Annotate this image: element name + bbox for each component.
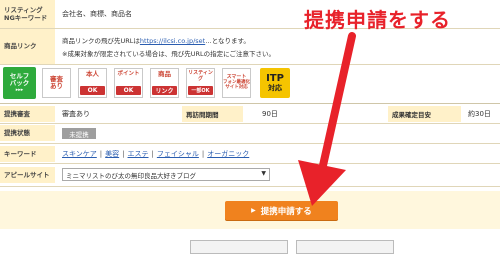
keyword-link[interactable]: スキンケア (62, 149, 97, 159)
status-label: 提携状態 (0, 125, 55, 141)
keyword-link[interactable]: エステ (128, 149, 149, 159)
badge-point-value: OK (116, 86, 141, 95)
badge-smartphone: スマート フォン最適化サイト対応 (222, 68, 251, 98)
badge-self-purchase-label: 本人 (86, 70, 99, 78)
badge-product-link-label: 商品 (158, 70, 171, 78)
selfback-arrows: ▸▸▸ (15, 86, 24, 93)
keyword-label: キーワード (0, 146, 55, 162)
product-link-note: ※成果対象が限定されている場合は、飛び先URLの指定にご注意下さい。 (62, 50, 276, 58)
badge-product-link-value: リンク (152, 86, 177, 95)
keyword-link[interactable]: フェイシャル (157, 149, 199, 159)
itp-line2: 対応 (268, 83, 282, 92)
revisit-value: 90日 (262, 110, 278, 118)
status-badge: 未提携 (62, 128, 96, 139)
keyword-link[interactable]: 美容 (105, 149, 119, 159)
itp-line1: ITP (266, 73, 284, 85)
badge-listing-value: 一部OK (188, 86, 213, 95)
badge-review: 審査 あり (42, 68, 71, 98)
badge-point-label: ポイント (117, 71, 140, 77)
site-select[interactable]: ミニマリストのび太の無印良品大好きブログ ▼ (62, 168, 270, 181)
revisit-label: 再訪問期間 (182, 106, 243, 122)
confirm-value: 約30日 (468, 110, 491, 118)
bottom-button-right[interactable] (296, 240, 394, 254)
listing-label-line1: リスティング (4, 5, 43, 14)
site-label: アピールサイト (0, 167, 55, 183)
badge-point: ポイント OK (114, 68, 143, 98)
badge-review-line2: あり (50, 82, 63, 90)
badge-self-purchase: 本人 OK (78, 68, 107, 98)
review-label: 提携審査 (0, 106, 55, 122)
site-select-value: ミニマリストのび太の無印良品大好きブログ (66, 171, 196, 180)
confirm-label: 成果確定目安 (388, 106, 461, 122)
badge-product-link: 商品 リンク (150, 68, 179, 98)
selfback-badge: セルフ バック ▸▸▸ (3, 67, 36, 99)
play-icon: ▶ (251, 207, 256, 214)
apply-button[interactable]: ▶ 提携申請する (225, 201, 338, 220)
badge-self-purchase-value: OK (80, 86, 105, 95)
badge-smartphone-line2: フォン最適化サイト対応 (223, 79, 250, 90)
listing-value: 会社名、商標、商品名 (62, 10, 132, 18)
chevron-down-icon: ▼ (261, 170, 266, 177)
product-link-value: 商品リンクの飛び先URLはhttps://ilcsi.co.jp/set…となり… (62, 30, 275, 63)
badge-listing-label: リスティング (188, 70, 213, 82)
annotation-text: 提携申請をする (304, 8, 451, 32)
listing-label-line2: NGキーワード (4, 14, 48, 22)
product-link-prefix: 商品リンクの飛び先URLは (62, 37, 140, 45)
review-value: 審査あり (62, 110, 90, 118)
listing-label: リスティング NGキーワード (0, 0, 55, 28)
itp-badge: ITP 対応 (260, 68, 290, 98)
keyword-link[interactable]: オーガニック (207, 149, 249, 159)
product-link-url[interactable]: https://ilcsi.co.jp/set (140, 37, 205, 45)
keyword-list: スキンケア | 美容 | エステ | フェイシャル | オーガニック (62, 149, 250, 159)
product-link-suffix: …となります。 (205, 37, 250, 45)
bottom-button-left[interactable] (190, 240, 288, 254)
product-link-label: 商品リンク (0, 29, 55, 64)
badge-listing: リスティング 一部OK (186, 68, 215, 98)
apply-button-label: 提携申請する (260, 206, 312, 217)
